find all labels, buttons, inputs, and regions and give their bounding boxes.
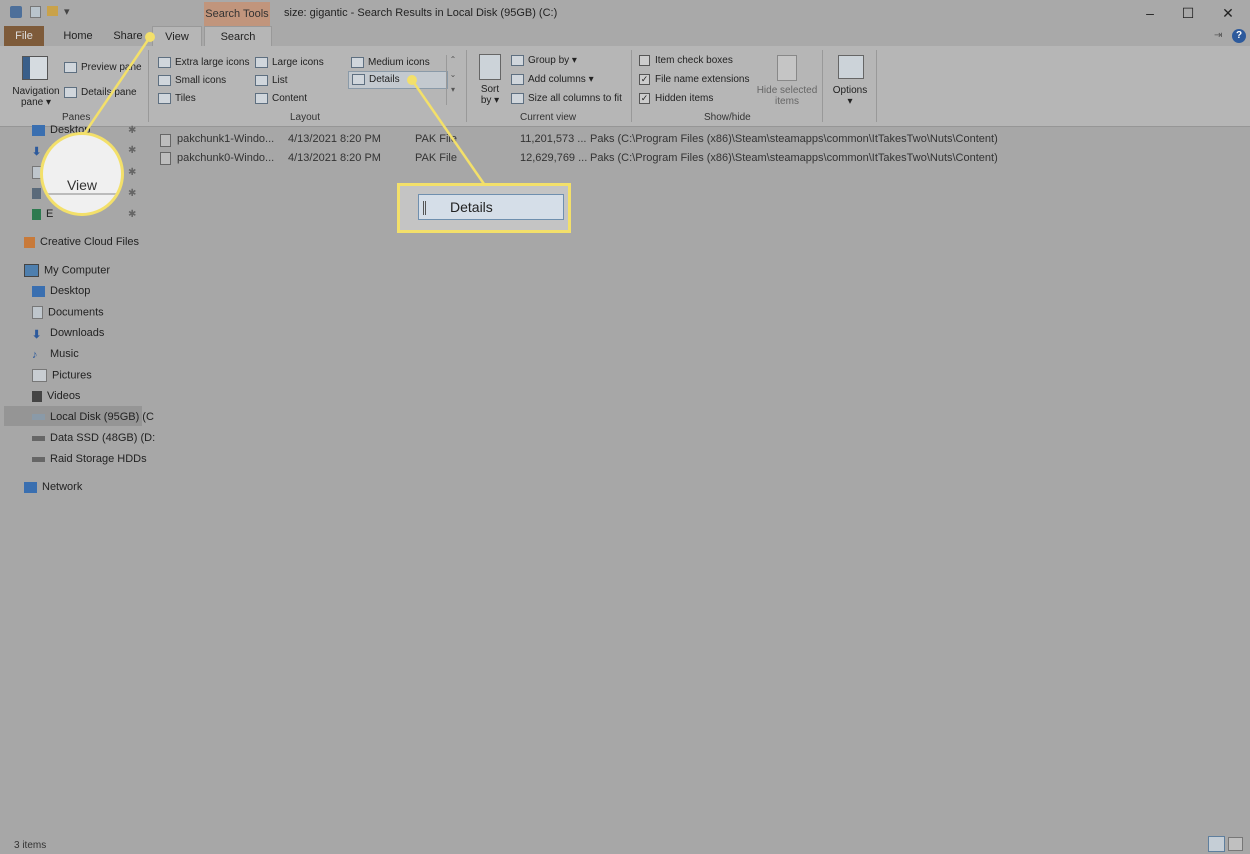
details-view-icon[interactable] xyxy=(1208,836,1225,852)
status-item-count: 3 items xyxy=(14,840,47,851)
details-zoom-callout: Details xyxy=(397,183,571,233)
callout-lines xyxy=(78,32,486,185)
callout-details-button: Details xyxy=(418,194,564,220)
details-icon xyxy=(423,201,444,216)
view-tab-zoom-callout: View xyxy=(40,132,124,216)
callout-view-label: View xyxy=(66,177,98,193)
callout-details-label: Details xyxy=(450,199,493,215)
large-icons-view-icon[interactable] xyxy=(1228,837,1243,851)
